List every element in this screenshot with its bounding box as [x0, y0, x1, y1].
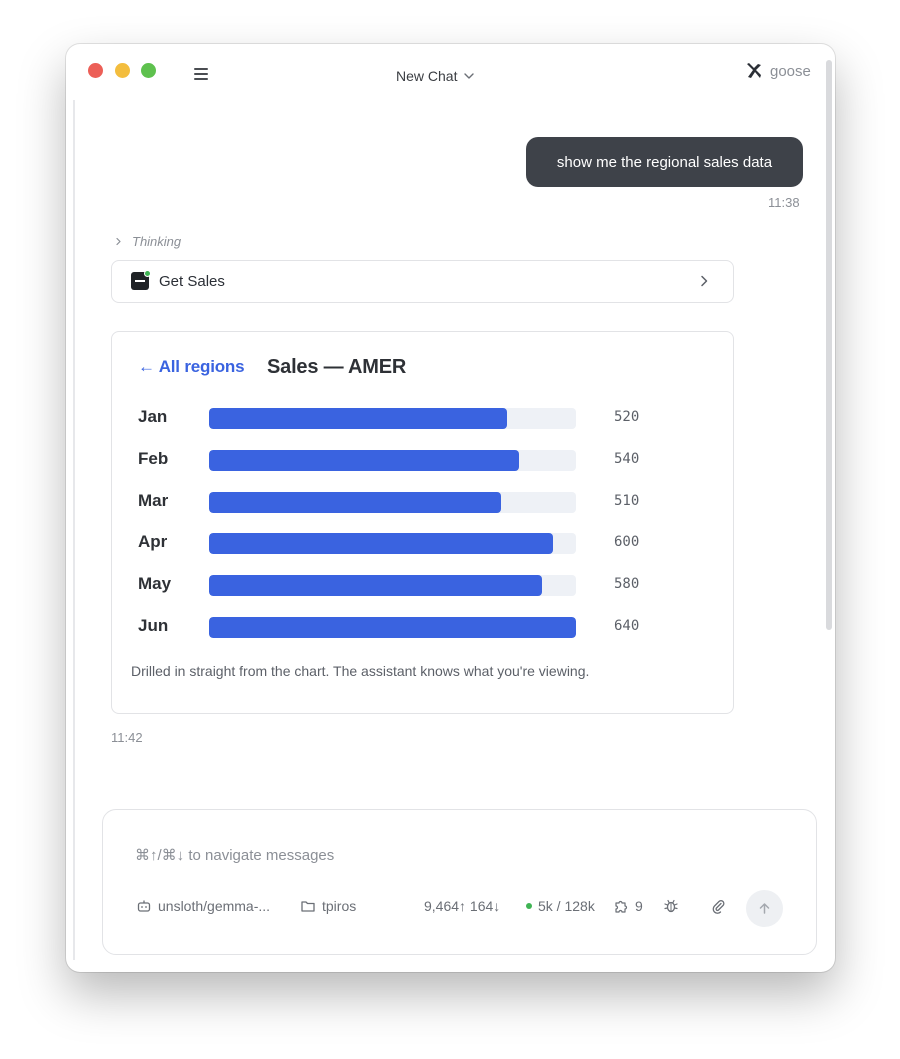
tool-call-card[interactable]: Get Sales: [111, 260, 734, 303]
user-message-time: 11:38: [768, 195, 800, 210]
tool-status-dot: [144, 270, 151, 277]
folder-name: tpiros: [322, 898, 357, 914]
bar-label-apr: Apr: [138, 532, 168, 552]
bar-label-mar: Mar: [138, 490, 169, 510]
bar-may[interactable]: [209, 575, 542, 597]
paperclip-icon: [712, 900, 725, 914]
thinking-toggle[interactable]: Thinking: [114, 234, 181, 249]
goose-logo-icon: [747, 63, 761, 78]
bar-jun[interactable]: [209, 617, 576, 638]
bar-label-jan: Jan: [138, 407, 168, 426]
bar-track-apr: [209, 533, 576, 555]
message-input[interactable]: [135, 844, 775, 866]
model-selector[interactable]: unsloth/gemma-...: [136, 898, 270, 914]
bar-value-apr: 600: [614, 534, 640, 551]
bar-track-mar: [209, 491, 576, 513]
bar-label-jun: Jun: [138, 616, 169, 635]
scrollbar[interactable]: [826, 60, 832, 630]
token-count: 9,464↑ 164↓: [424, 898, 500, 914]
context-usage: 5k / 128k: [526, 898, 595, 914]
bar-jan[interactable]: [209, 408, 508, 429]
user-message-bubble: show me the regional sales data: [526, 137, 803, 187]
message-composer: unsloth/gemma-... tpiros 9,464↑ 164↓ 5k …: [102, 809, 817, 955]
bar-track-feb: [209, 449, 576, 471]
bar-value-mar: 510: [614, 492, 640, 509]
zoom-window-button[interactable]: [141, 63, 156, 78]
tool-call-label: Get Sales: [159, 273, 225, 290]
extensions-button[interactable]: 9: [613, 898, 643, 914]
bar-track-may: [209, 575, 576, 597]
bug-icon: [664, 899, 678, 913]
bar-track-jan: [209, 408, 576, 429]
minimize-window-button[interactable]: [115, 63, 130, 78]
model-name: unsloth/gemma-...: [158, 898, 271, 914]
context-usage-text: 5k / 128k: [538, 898, 595, 914]
bar-track-jun: [209, 617, 576, 638]
extensions-count: 9: [635, 898, 643, 914]
folder-selector[interactable]: tpiros: [300, 898, 356, 914]
chevron-right-icon: [701, 275, 708, 287]
brand-name: goose: [770, 62, 811, 80]
bar-chart: Jan 520 Feb 540 Mar 510 Apr 600 May 580 Jun 640: [112, 332, 733, 713]
bar-label-may: May: [138, 574, 172, 594]
close-window-button[interactable]: [88, 63, 103, 78]
assistant-message-time: 11:42: [111, 730, 143, 745]
bar-mar[interactable]: [209, 491, 502, 513]
send-button[interactable]: [746, 890, 783, 927]
debug-button[interactable]: [663, 898, 679, 914]
app-window: New Chat goose show me the regional sale…: [66, 44, 835, 972]
bar-value-jun: 640: [614, 618, 640, 634]
user-message-text: show me the regional sales data: [556, 153, 773, 171]
attach-button[interactable]: [710, 898, 726, 914]
brand: goose: [745, 62, 811, 80]
sidebar-edge: [73, 100, 75, 960]
folder-icon: [301, 901, 315, 912]
bar-apr[interactable]: [209, 533, 554, 555]
hamburger-menu-icon[interactable]: [193, 66, 209, 80]
chat-title-dropdown[interactable]: New Chat: [396, 68, 520, 84]
context-status-dot: [526, 903, 532, 909]
bot-icon: [137, 900, 151, 912]
chevron-right-icon: [116, 237, 121, 246]
token-count-text: 9,464↑ 164↓: [424, 898, 501, 914]
thinking-label: Thinking: [132, 234, 182, 249]
puzzle-icon: [615, 900, 628, 913]
arrow-up-icon: [759, 903, 770, 914]
bar-value-jan: 520: [614, 409, 640, 425]
bar-value-may: 580: [614, 576, 640, 593]
sales-chart-card: ← All regions Sales — AMER Jan 520 Feb 540 M…: [111, 331, 734, 714]
chart-note: Drilled in straight from the chart. The …: [131, 663, 590, 679]
chevron-down-icon: [464, 73, 475, 79]
bar-label-feb: Feb: [138, 448, 169, 468]
bar-value-feb: 540: [614, 450, 640, 467]
bar-feb[interactable]: [209, 449, 519, 471]
chat-title: New Chat: [396, 68, 458, 84]
